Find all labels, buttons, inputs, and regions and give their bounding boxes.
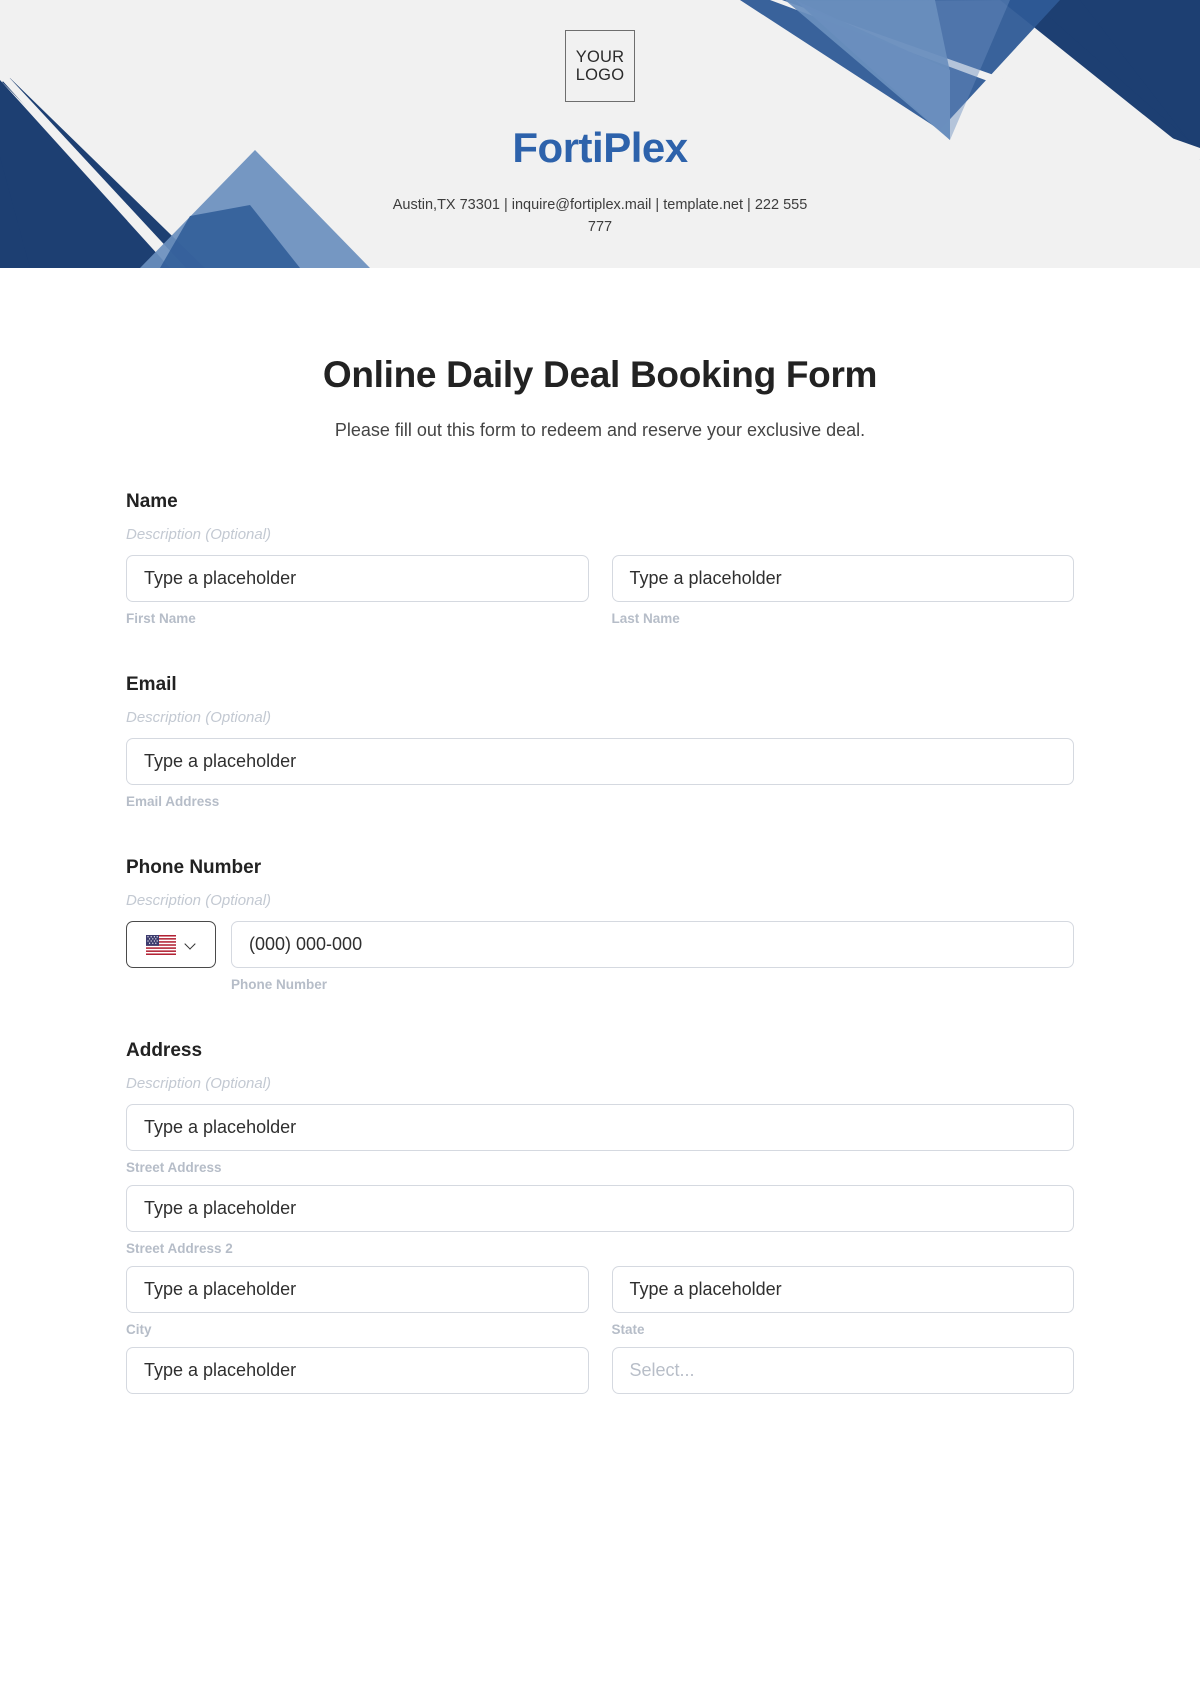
field-label-phone: Phone Number <box>126 857 262 878</box>
header-banner: YOUR LOGO FortiPlex Austin,TX 73301 | in… <box>0 0 1200 268</box>
logo-line-2: LOGO <box>575 66 625 84</box>
city-input[interactable]: Type a placeholder <box>126 1266 589 1313</box>
sublabel-street-address: Street Address <box>126 1160 222 1175</box>
street-address-2-input[interactable]: Type a placeholder <box>126 1185 1074 1232</box>
first-name-input[interactable]: Type a placeholder <box>126 555 589 602</box>
page-title: Online Daily Deal Booking Form <box>322 354 878 395</box>
field-group-name: Name Description (Optional) Type a place… <box>126 491 1074 626</box>
sublabel-last-name: Last Name <box>611 611 680 626</box>
field-group-email: Email Description (Optional) Type a plac… <box>126 674 1074 809</box>
field-description-address: Description (Optional) <box>126 1075 272 1092</box>
logo-line-1: YOUR <box>575 47 625 66</box>
last-name-input[interactable]: Type a placeholder <box>611 555 1074 602</box>
country-code-select[interactable] <box>126 921 216 968</box>
field-description-name: Description (Optional) <box>126 526 272 543</box>
brand-name: FortiPlex <box>512 124 688 171</box>
state-input[interactable]: Type a placeholder <box>611 1266 1074 1313</box>
sublabel-state: State <box>611 1322 645 1337</box>
brand-contact-info: Austin,TX 73301 | inquire@fortiplex.mail… <box>392 197 808 235</box>
sublabel-city: City <box>126 1322 152 1337</box>
postal-code-input[interactable]: Type a placeholder <box>126 1347 589 1394</box>
field-label-name: Name <box>126 491 178 512</box>
page-subtitle: Please fill out this form to redeem and … <box>334 420 866 440</box>
us-flag-icon <box>146 934 176 955</box>
phone-number-input[interactable]: (000) 000-000 <box>231 921 1074 968</box>
field-label-email: Email <box>126 674 177 695</box>
chevron-down-icon <box>185 939 196 950</box>
sublabel-phone-number: Phone Number <box>231 977 328 992</box>
email-input[interactable]: Type a placeholder <box>126 738 1074 785</box>
logo-placeholder: YOUR LOGO <box>565 30 635 102</box>
sublabel-first-name: First Name <box>126 611 196 626</box>
field-description-phone: Description (Optional) <box>126 892 272 909</box>
sublabel-email-address: Email Address <box>126 794 220 809</box>
sublabel-street-address-2: Street Address 2 <box>126 1241 233 1256</box>
field-group-address: Address Description (Optional) Type a pl… <box>126 1040 1074 1394</box>
field-label-address: Address <box>126 1040 203 1061</box>
field-group-phone: Phone Number Description (Optional) (000… <box>126 857 1074 992</box>
field-description-email: Description (Optional) <box>126 709 272 726</box>
form-body: Online Daily Deal Booking Form Please fi… <box>0 354 1200 1394</box>
header-content: YOUR LOGO FortiPlex Austin,TX 73301 | in… <box>0 0 1200 268</box>
street-address-input[interactable]: Type a placeholder <box>126 1104 1074 1151</box>
country-select[interactable]: Select... <box>611 1347 1074 1394</box>
